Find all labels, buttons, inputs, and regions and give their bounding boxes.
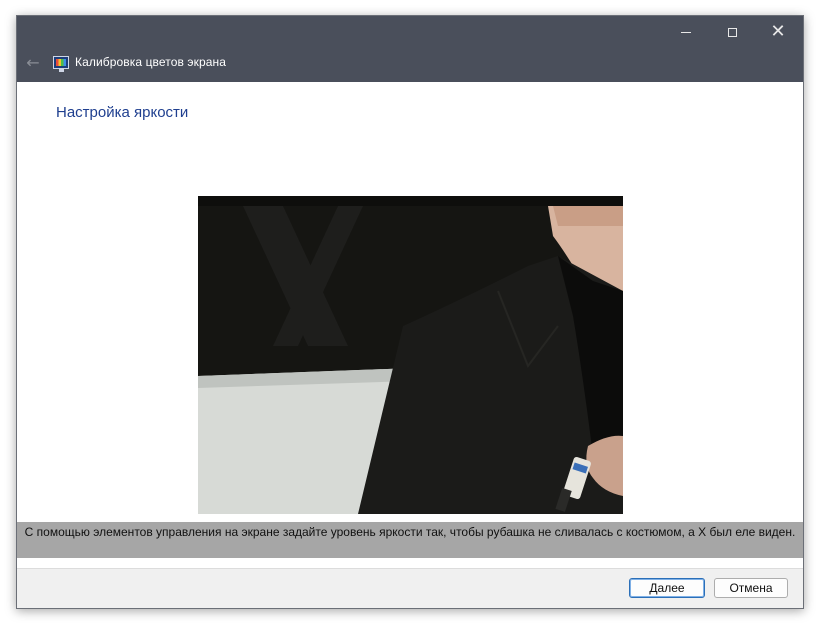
- window-title: Калибровка цветов экрана: [75, 55, 227, 69]
- next-button[interactable]: Далее: [629, 578, 705, 598]
- title-bar[interactable]: ✕ ← Калибровка цветов экрана: [17, 16, 803, 82]
- next-accelerator: Д: [649, 581, 658, 595]
- back-button[interactable]: ←: [18, 49, 48, 75]
- next-label: алее: [657, 581, 685, 595]
- brightness-reference-image: [198, 196, 623, 514]
- minimize-button[interactable]: [663, 16, 709, 48]
- maximize-button[interactable]: [709, 16, 755, 48]
- close-icon: ✕: [770, 21, 786, 42]
- cancel-button[interactable]: Отмена: [714, 578, 788, 598]
- instructions-text: С помощью элементов управления на экране…: [17, 522, 803, 558]
- page-title: Настройка яркости: [56, 104, 189, 121]
- close-button[interactable]: ✕: [755, 16, 801, 48]
- wizard-content: Настройка яркости С помощью элементов уп…: [17, 82, 803, 608]
- nav-row: ← Калибровка цветов экрана: [17, 49, 226, 75]
- minimize-icon: [681, 31, 691, 33]
- maximize-icon: [727, 27, 737, 37]
- arrow-left-icon: ←: [26, 52, 40, 72]
- display-screen: [56, 58, 66, 66]
- footer-bar: Далее Отмена: [17, 569, 803, 608]
- display-stand: [59, 68, 64, 72]
- display-color-icon: [53, 55, 69, 72]
- calibration-window: ✕ ← Калибровка цветов экрана Настройка я…: [16, 15, 804, 609]
